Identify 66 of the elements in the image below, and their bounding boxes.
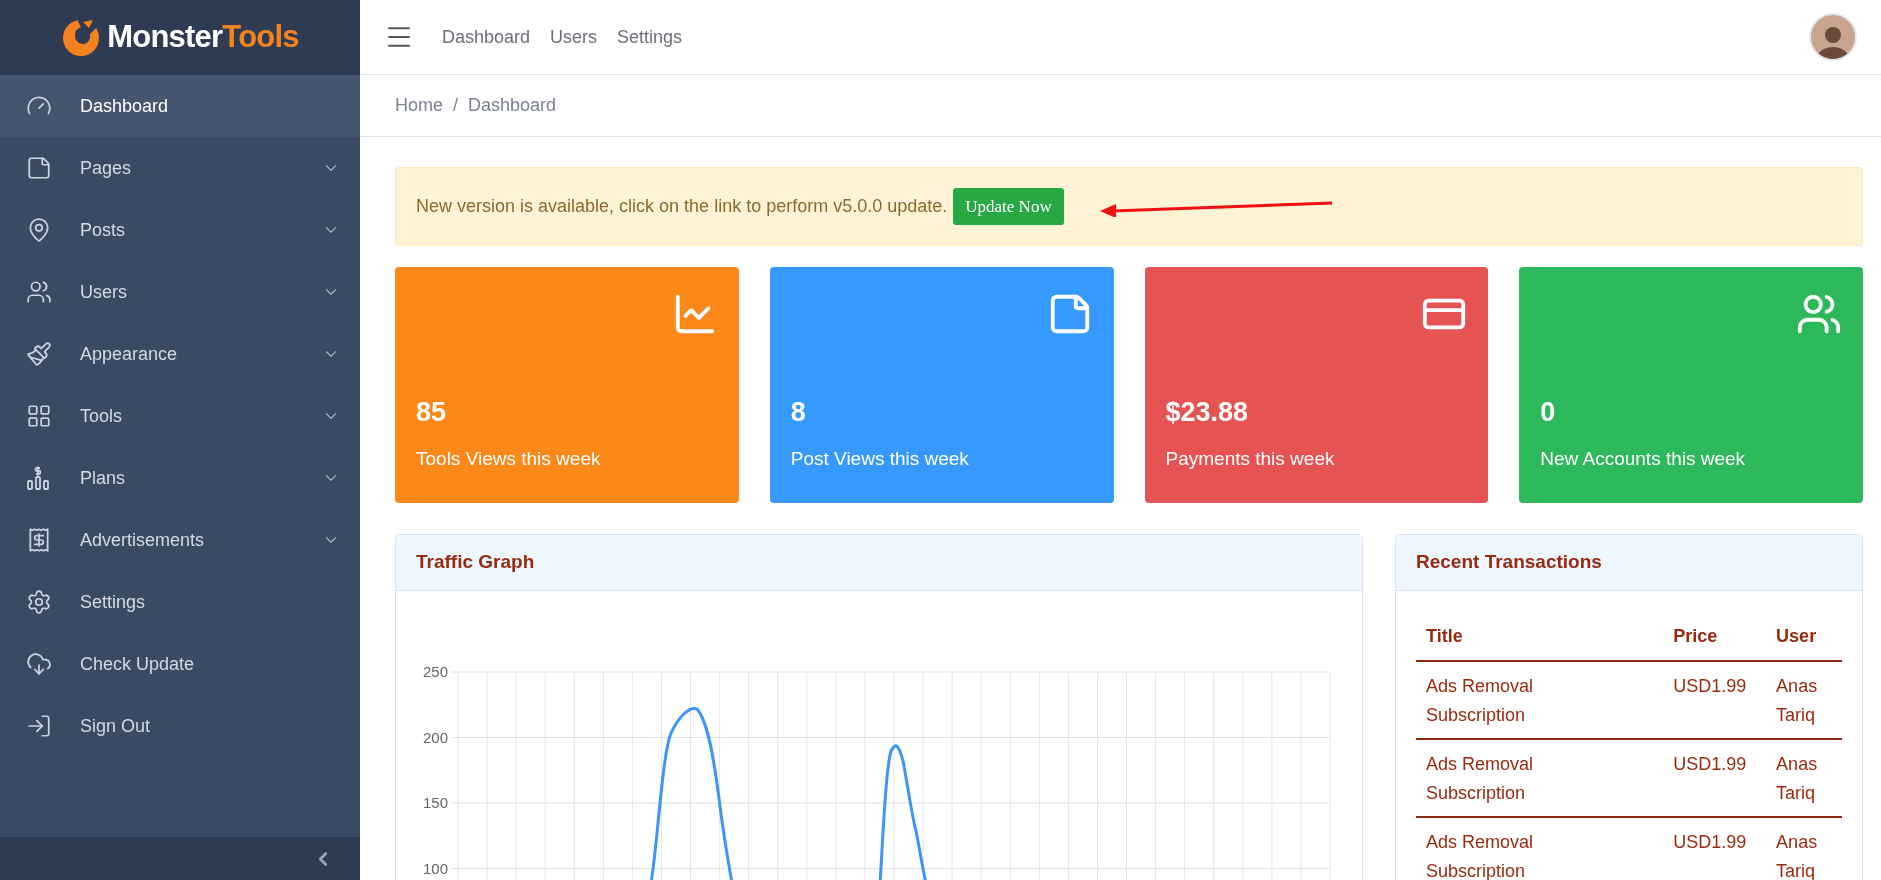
- sign-out-icon: [26, 713, 52, 739]
- alert-text: New version is available, click on the link to perform v5.0.0 update.: [416, 195, 948, 218]
- y-axis-label: 200: [422, 728, 448, 746]
- settings-icon: [26, 589, 52, 615]
- brush-icon: [26, 341, 52, 367]
- y-axis-label: 150: [422, 794, 448, 811]
- sidebar-label: Settings: [80, 590, 147, 614]
- breadcrumb-current: Dashboard: [468, 94, 557, 117]
- sidebar-label: Sign Out: [80, 714, 152, 738]
- receipt-icon: [26, 527, 52, 553]
- y-axis-label: 250: [422, 663, 448, 680]
- bar-chart-icon: [26, 465, 50, 491]
- sidebar-item[interactable]: Plans: [0, 447, 360, 509]
- sidebar-label: Tools: [80, 404, 124, 428]
- column-header: User: [1766, 613, 1842, 661]
- sidebar-item[interactable]: Appearance: [0, 323, 360, 385]
- logo-text: MonsterTools: [107, 18, 299, 57]
- sidebar-label: Advertisements: [80, 528, 206, 552]
- sidebar-label: Posts: [80, 218, 127, 242]
- avatar[interactable]: [1809, 13, 1857, 61]
- sidebar-item[interactable]: Tools: [0, 385, 360, 447]
- table-cell: USD1.99: [1663, 817, 1767, 880]
- table-cell: USD1.99: [1663, 661, 1767, 739]
- stat-label: Tools Views this week: [416, 446, 602, 471]
- sidebar-label: Appearance: [80, 342, 179, 366]
- cloud-download-icon: [26, 651, 52, 677]
- sidebar-item[interactable]: Dashboard: [0, 75, 360, 137]
- table-cell: Anas Tariq: [1766, 739, 1842, 817]
- note-icon: [26, 155, 52, 181]
- card-title: Recent Transactions: [1416, 550, 1602, 575]
- sidebar-label: Dashboard: [80, 94, 170, 118]
- sidebar-label: Users: [80, 280, 128, 304]
- nav-link[interactable]: Users: [550, 23, 598, 51]
- y-axis-label: 100: [422, 859, 448, 877]
- table-cell: Ads Removal Subscription: [1416, 661, 1664, 739]
- sidebar-item[interactable]: Posts: [0, 199, 360, 261]
- table-cell: Anas Tariq: [1766, 661, 1842, 739]
- stat-label: Payments this week: [1165, 446, 1336, 471]
- stat-label: Post Views this week: [790, 446, 970, 471]
- stat-value: 85: [416, 396, 448, 429]
- stat-value: 8: [790, 396, 807, 429]
- card-title: Traffic Graph: [416, 550, 535, 575]
- sidebar-item[interactable]: Pages: [0, 137, 360, 199]
- stat-value: $23.88: [1165, 396, 1250, 429]
- sidebar-item[interactable]: Sign Out: [0, 695, 360, 757]
- sidebar-label: Check Update: [80, 652, 196, 676]
- nav-link[interactable]: Dashboard: [442, 23, 531, 51]
- grid-icon: [26, 403, 52, 429]
- column-header: Title: [1416, 613, 1664, 661]
- sidebar-item[interactable]: Users: [0, 261, 360, 323]
- breadcrumb-separator: /: [453, 94, 459, 117]
- breadcrumb-link[interactable]: Home: [395, 92, 443, 119]
- sidebar-item[interactable]: Settings: [0, 571, 360, 633]
- table-cell: Anas Tariq: [1766, 817, 1842, 880]
- nav-link[interactable]: Settings: [617, 23, 683, 51]
- sidebar-label: Pages: [80, 156, 133, 180]
- sidebar-item[interactable]: Advertisements: [0, 509, 360, 571]
- stat-value: 0: [1540, 396, 1557, 429]
- sidebar-label: Plans: [80, 466, 127, 490]
- sidebar-item[interactable]: Check Update: [0, 633, 360, 695]
- table-cell: USD1.99: [1663, 739, 1767, 817]
- column-header: Price: [1663, 613, 1767, 661]
- users-icon: [26, 279, 52, 305]
- table-cell: Ads Removal Subscription: [1416, 739, 1664, 817]
- table-cell: Ads Removal Subscription: [1416, 817, 1664, 880]
- stat-label: New Accounts this week: [1540, 446, 1747, 471]
